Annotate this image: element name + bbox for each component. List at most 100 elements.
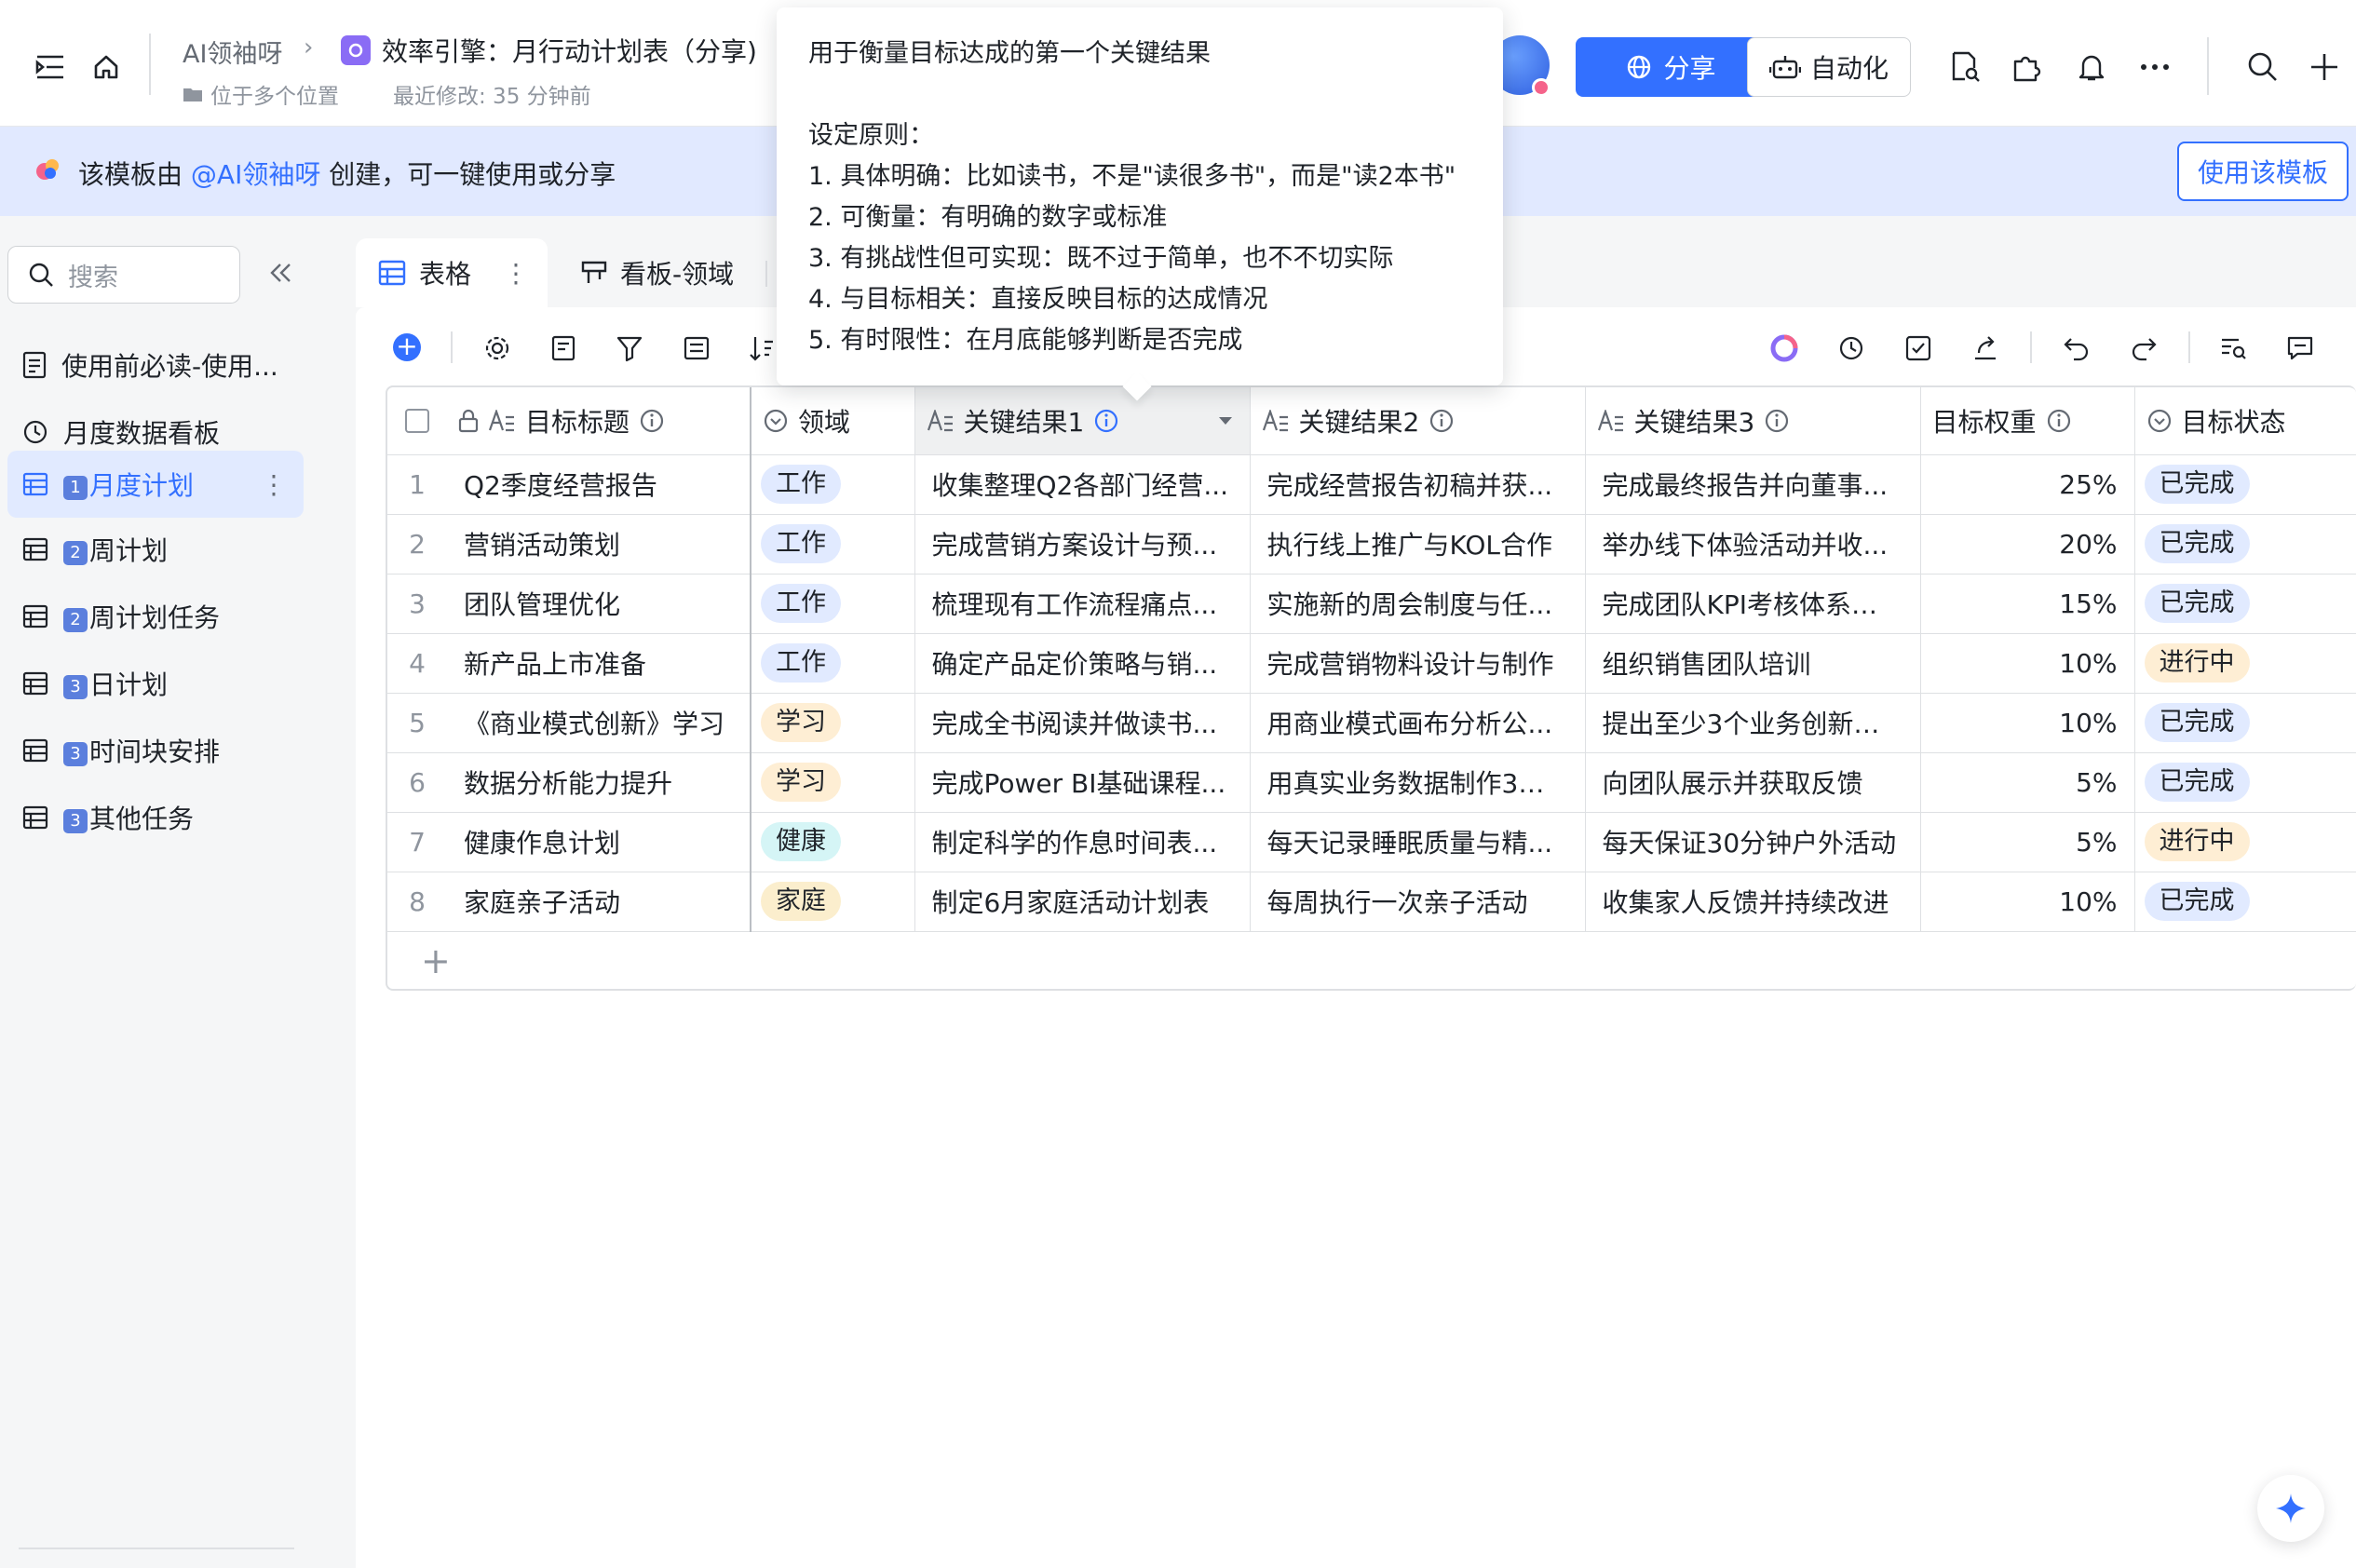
column-header-kr2[interactable]: 关键结果2: [1250, 387, 1586, 455]
table-row[interactable]: 3 团队管理优化 工作 梳理现有工作流程痛点... 实施新的周会制度与任... 完成团队K…: [387, 574, 2356, 634]
cell-kr3[interactable]: 完成最终报告并向董事...: [1585, 454, 1921, 515]
table-row[interactable]: 4 新产品上市准备 工作 确定产品定价策略与销... 完成营销物料设计与制作 组织销售团队…: [387, 633, 2356, 694]
notification-bell-icon[interactable]: [2069, 45, 2114, 89]
plugin-icon[interactable]: [2004, 45, 2049, 89]
add-icon[interactable]: [2302, 45, 2347, 89]
cell-kr2[interactable]: 用真实业务数据制作3个...: [1250, 752, 1586, 813]
more-icon[interactable]: [2133, 45, 2177, 89]
cell-title[interactable]: 数据分析能力提升: [447, 752, 751, 813]
cell-status[interactable]: 已完成: [2134, 752, 2356, 813]
cell-kr2[interactable]: 执行线上推广与KOL合作: [1250, 514, 1586, 574]
info-icon[interactable]: [1764, 408, 1790, 434]
settings-gear-icon[interactable]: [477, 328, 518, 369]
location-info[interactable]: 位于多个位置: [183, 78, 339, 110]
cell-title[interactable]: 家庭亲子活动: [447, 872, 751, 932]
cell-kr2[interactable]: 每天记录睡眠质量与精...: [1250, 812, 1586, 872]
sidebar-item[interactable]: 3 时间块安排: [7, 717, 304, 784]
sidebar-item[interactable]: 2 周计划: [7, 516, 304, 583]
table-row[interactable]: 5 《商业模式创新》学习 学习 完成全书阅读并做读书... 用商业模式画布分析公... 提…: [387, 693, 2356, 753]
automation-button[interactable]: 自动化: [1747, 37, 1911, 97]
cell-domain[interactable]: 家庭: [751, 872, 915, 932]
column-header-weight[interactable]: 目标权重: [1920, 387, 2135, 455]
table-row[interactable]: 1 Q2季度经营报告 工作 收集整理Q2各部门经营... 完成经营报告初稿并获... 完成…: [387, 454, 2356, 515]
cell-status[interactable]: 已完成: [2134, 693, 2356, 753]
cell-weight[interactable]: 20%: [1920, 514, 2135, 574]
cell-kr3[interactable]: 完成团队KPI考核体系优化: [1585, 574, 1921, 634]
sidebar-item[interactable]: 3 日计划: [7, 650, 304, 717]
cell-kr1[interactable]: 完成营销方案设计与预...: [914, 514, 1251, 574]
cell-domain[interactable]: 工作: [751, 633, 915, 694]
ai-assistant-icon[interactable]: [1764, 328, 1805, 369]
tab-table-view[interactable]: 表格 ⋮: [356, 238, 548, 307]
add-record-button[interactable]: +: [393, 333, 421, 361]
sidebar-item[interactable]: 3 其他任务: [7, 784, 304, 851]
cell-kr1[interactable]: 完成Power BI基础课程...: [914, 752, 1251, 813]
home-icon[interactable]: [84, 45, 129, 89]
filter-icon[interactable]: [609, 328, 650, 369]
column-header-kr1[interactable]: 关键结果1: [914, 387, 1251, 455]
ai-sparkle-button[interactable]: [2257, 1475, 2324, 1542]
cell-weight[interactable]: 5%: [1920, 752, 2135, 813]
sidebar-item[interactable]: 使用前必读-使用...: [7, 331, 304, 399]
table-row[interactable]: 8 家庭亲子活动 家庭 制定6月家庭活动计划表 每周执行一次亲子活动 收集家人反馈并持续改…: [387, 872, 2356, 932]
group-icon[interactable]: [676, 328, 717, 369]
cell-status[interactable]: 已完成: [2134, 574, 2356, 634]
cell-kr1[interactable]: 收集整理Q2各部门经营...: [914, 454, 1251, 515]
cell-status[interactable]: 进行中: [2134, 812, 2356, 872]
info-icon[interactable]: [1428, 408, 1455, 434]
cell-domain[interactable]: 工作: [751, 454, 915, 515]
column-header-domain[interactable]: 领域: [751, 387, 915, 455]
cell-status[interactable]: 已完成: [2134, 872, 2356, 932]
cell-title[interactable]: 新产品上市准备: [447, 633, 751, 694]
redo-icon[interactable]: [2123, 328, 2164, 369]
cell-domain[interactable]: 学习: [751, 693, 915, 753]
info-icon[interactable]: [639, 408, 665, 434]
cell-kr2[interactable]: 实施新的周会制度与任...: [1250, 574, 1586, 634]
cell-kr3[interactable]: 向团队展示并获取反馈: [1585, 752, 1921, 813]
cell-weight[interactable]: 10%: [1920, 872, 2135, 932]
info-icon[interactable]: [2046, 408, 2072, 434]
sidebar-item[interactable]: 2 周计划任务: [7, 583, 304, 650]
export-icon[interactable]: [1965, 328, 2006, 369]
cell-kr1[interactable]: 制定科学的作息时间表...: [914, 812, 1251, 872]
tab-kanban-view[interactable]: 看板-领域: [559, 238, 773, 307]
item-more-icon[interactable]: ⋮: [261, 469, 287, 500]
cell-kr3[interactable]: 举办线下体验活动并收...: [1585, 514, 1921, 574]
sidebar-item[interactable]: 1 月度计划 ⋮: [7, 451, 304, 518]
form-icon[interactable]: [544, 328, 585, 369]
table-row[interactable]: 7 健康作息计划 健康 制定科学的作息时间表... 每天记录睡眠质量与精... 每天保证3…: [387, 812, 2356, 872]
select-all-checkbox[interactable]: [387, 387, 447, 455]
cell-title[interactable]: 健康作息计划: [447, 812, 751, 872]
banner-mention[interactable]: @AI领袖呀: [191, 159, 320, 190]
info-icon[interactable]: [1093, 408, 1119, 434]
cell-kr3[interactable]: 收集家人反馈并持续改进: [1585, 872, 1921, 932]
cell-weight[interactable]: 5%: [1920, 812, 2135, 872]
use-template-button[interactable]: 使用该模板: [2177, 142, 2349, 201]
doc-search-icon[interactable]: [1943, 45, 1987, 89]
find-icon[interactable]: [2213, 328, 2254, 369]
column-header-title[interactable]: 目标标题: [447, 387, 751, 455]
history-icon[interactable]: [1831, 328, 1872, 369]
cell-kr2[interactable]: 用商业模式画布分析公...: [1250, 693, 1586, 753]
column-header-kr3[interactable]: 关键结果3: [1585, 387, 1921, 455]
cell-kr2[interactable]: 完成营销物料设计与制作: [1250, 633, 1586, 694]
undo-icon[interactable]: [2056, 328, 2097, 369]
cell-kr1[interactable]: 完成全书阅读并做读书...: [914, 693, 1251, 753]
cell-weight[interactable]: 25%: [1920, 454, 2135, 515]
cell-domain[interactable]: 工作: [751, 514, 915, 574]
cell-title[interactable]: 营销活动策划: [447, 514, 751, 574]
add-row-button[interactable]: +: [387, 932, 2356, 990]
checklist-icon[interactable]: [1898, 328, 1939, 369]
cell-domain[interactable]: 工作: [751, 574, 915, 634]
table-row[interactable]: 2 营销活动策划 工作 完成营销方案设计与预... 执行线上推广与KOL合作 举办线下体验…: [387, 514, 2356, 574]
cell-kr1[interactable]: 制定6月家庭活动计划表: [914, 872, 1251, 932]
cell-weight[interactable]: 10%: [1920, 693, 2135, 753]
cell-domain[interactable]: 健康: [751, 812, 915, 872]
breadcrumb-owner[interactable]: AI领袖呀: [183, 34, 282, 70]
search-icon[interactable]: [2241, 45, 2285, 89]
cell-kr2[interactable]: 完成经营报告初稿并获...: [1250, 454, 1586, 515]
cell-status[interactable]: 已完成: [2134, 454, 2356, 515]
doc-title[interactable]: 效率引擎：月行动计划表（分享): [382, 32, 757, 69]
column-menu-caret-icon[interactable]: [1218, 416, 1233, 426]
cell-weight[interactable]: 10%: [1920, 633, 2135, 694]
